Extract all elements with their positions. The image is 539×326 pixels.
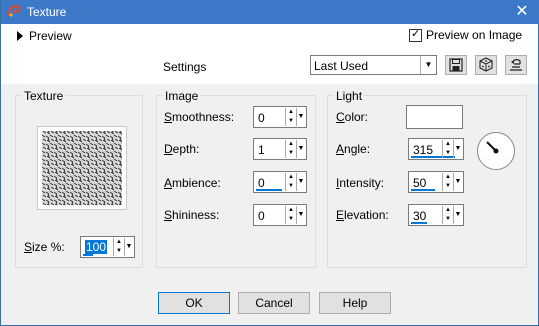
ambience-spinbox[interactable]: 0 ▲ ▼ ▼ [253, 171, 307, 193]
settings-row: Settings Last Used ▼ [1, 46, 538, 84]
texture-preview[interactable] [37, 126, 127, 210]
angle-label: Angle: [336, 142, 371, 156]
ambience-focus-underline [256, 189, 282, 191]
ambience-up-down-icon[interactable]: ▲ ▼ [285, 173, 296, 191]
preview-on-image-label: Preview on Image [426, 28, 523, 42]
shininess-label: Shininess: [164, 208, 220, 222]
reset-button[interactable] [505, 55, 527, 75]
checkbox-box[interactable]: ✓ [409, 27, 422, 42]
smoothness-dropdown-icon[interactable]: ▼ [296, 108, 305, 126]
depth-spinbox[interactable]: 1 ▲ ▼ ▼ [253, 138, 307, 160]
app-icon [7, 4, 21, 17]
size-up-down-icon[interactable]: ▲ ▼ [113, 238, 124, 256]
depth-value[interactable]: 1 [258, 143, 265, 157]
shininess-up-down-icon[interactable]: ▲ ▼ [285, 206, 296, 224]
window-title: Texture [27, 5, 67, 19]
texture-dialog: Texture ✕ Preview ✓ Preview on Image Set… [0, 0, 539, 326]
angle-spinbox[interactable]: 315 ▲ ▼ ▼ [408, 138, 464, 160]
close-icon: ✕ [515, 3, 529, 20]
dice-icon [479, 57, 493, 72]
checkmark-icon: ✓ [411, 27, 421, 40]
smoothness-up-down-icon[interactable]: ▲ ▼ [285, 108, 296, 126]
title-bar[interactable]: Texture ✕ [1, 0, 539, 24]
ambience-label: Ambience: [164, 176, 221, 190]
preview-row: Preview ✓ Preview on Image [1, 24, 538, 46]
elevation-up-down-icon[interactable]: ▲ ▼ [442, 206, 453, 224]
elevation-focus-underline [411, 222, 427, 224]
size-dropdown-icon[interactable]: ▼ [124, 238, 133, 256]
ok-button[interactable]: OK [158, 292, 230, 314]
close-button[interactable]: ✕ [512, 2, 532, 22]
save-preset-button[interactable] [445, 55, 467, 75]
light-color-swatch[interactable] [406, 105, 463, 129]
settings-label: Settings [163, 60, 207, 74]
preview-label: Preview [29, 29, 72, 43]
angle-up-down-icon[interactable]: ▲ ▼ [442, 140, 453, 158]
shininess-dropdown-icon[interactable]: ▼ [296, 206, 305, 224]
smoothness-label: Smoothness: [164, 110, 235, 124]
expand-triangle-icon [17, 31, 23, 41]
light-group-title: Light [334, 89, 365, 103]
color-label: Color: [336, 110, 369, 124]
angle-dial[interactable] [477, 132, 515, 170]
texture-group-title: Texture [22, 89, 66, 103]
preview-toggle[interactable]: Preview [17, 28, 72, 44]
depth-label: Depth: [164, 142, 200, 156]
cancel-button[interactable]: Cancel [238, 292, 310, 314]
preview-on-image-checkbox[interactable]: ✓ Preview on Image [409, 28, 522, 42]
angle-dropdown-icon[interactable]: ▼ [453, 140, 462, 158]
texture-swatch-image [42, 131, 122, 205]
reset-icon [510, 59, 522, 71]
angle-value[interactable]: 315 [413, 143, 433, 157]
size-focus-underline [83, 254, 93, 256]
intensity-label: Intensity: [336, 176, 385, 190]
floppy-disk-icon [449, 58, 463, 72]
elevation-spinbox[interactable]: 30 ▲ ▼ ▼ [408, 204, 464, 226]
intensity-focus-underline [411, 189, 435, 191]
size-value[interactable]: 100 [85, 240, 108, 254]
smoothness-value[interactable]: 0 [258, 111, 265, 125]
help-button[interactable]: Help [319, 292, 391, 314]
preset-value: Last Used [314, 59, 369, 73]
chevron-down-icon: ▼ [420, 56, 436, 74]
ambience-dropdown-icon[interactable]: ▼ [296, 173, 305, 191]
depth-dropdown-icon[interactable]: ▼ [296, 140, 305, 158]
image-group-title: Image [163, 89, 201, 103]
intensity-spinbox[interactable]: 50 ▲ ▼ ▼ [408, 171, 464, 193]
shininess-value[interactable]: 0 [258, 209, 265, 223]
intensity-dropdown-icon[interactable]: ▼ [453, 173, 462, 191]
size-spinbox[interactable]: 100 ▲ ▼ ▼ [80, 236, 135, 258]
ambience-value[interactable]: 0 [258, 176, 265, 190]
elevation-dropdown-icon[interactable]: ▼ [453, 206, 462, 224]
randomize-button[interactable] [475, 55, 497, 75]
intensity-value[interactable]: 50 [413, 176, 426, 190]
size-label: Size %: [24, 240, 65, 254]
elevation-label: Elevation: [336, 208, 389, 222]
intensity-up-down-icon[interactable]: ▲ ▼ [442, 173, 453, 191]
preset-dropdown[interactable]: Last Used ▼ [310, 55, 437, 75]
elevation-value[interactable]: 30 [413, 209, 426, 223]
depth-up-down-icon[interactable]: ▲ ▼ [285, 140, 296, 158]
angle-needle-icon [486, 141, 499, 154]
shininess-spinbox[interactable]: 0 ▲ ▼ ▼ [253, 204, 307, 226]
smoothness-spinbox[interactable]: 0 ▲ ▼ ▼ [253, 106, 307, 128]
